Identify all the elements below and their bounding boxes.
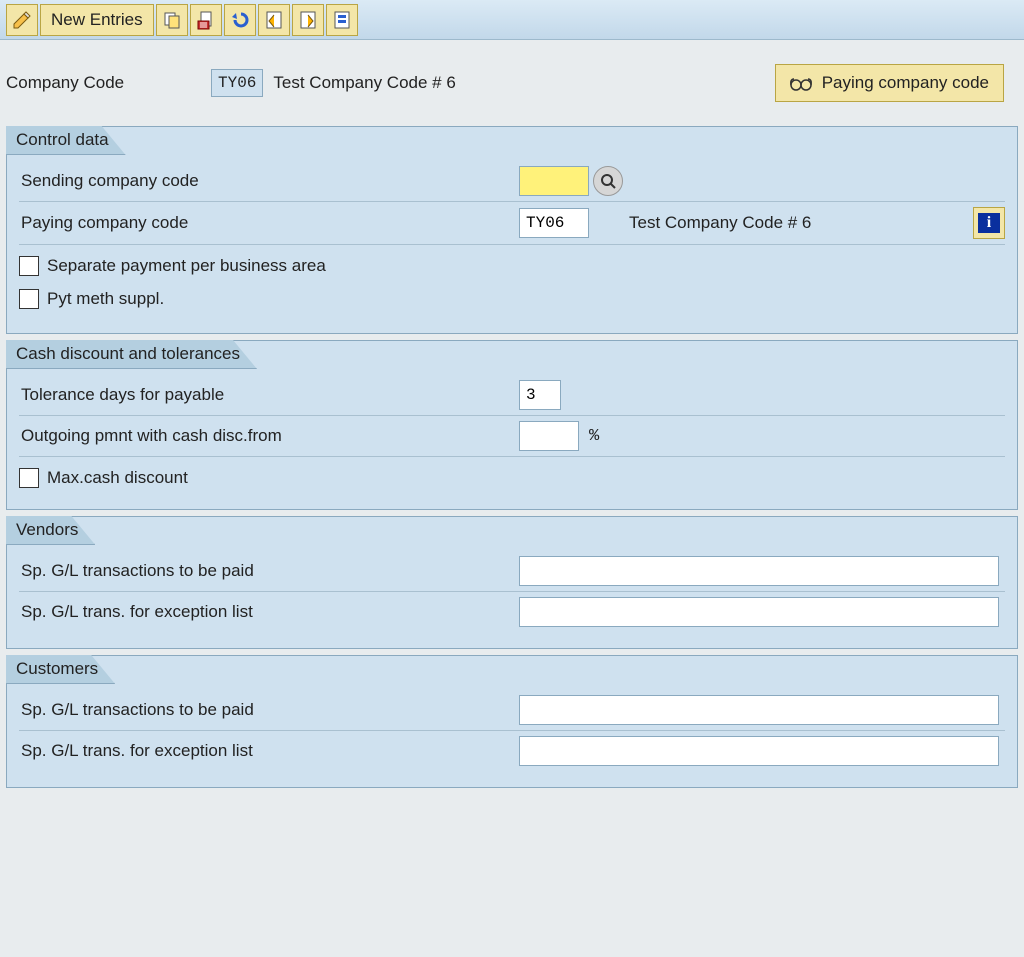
row-customer-sp-gl-paid: Sp. G/L transactions to be paid [19,690,1005,731]
paying-cc-input[interactable] [519,208,589,238]
header-row: Company Code TY06 Test Company Code # 6 … [0,40,1024,120]
group-vendors: Vendors Sp. G/L transactions to be paid … [6,516,1018,649]
group-control-data: Control data Sending company code Paying… [6,126,1018,334]
undo-button[interactable] [224,4,256,36]
row-sending-cc: Sending company code [19,161,1005,202]
paying-cc-label: Paying company code [19,213,519,233]
customer-sp-gl-paid-label: Sp. G/L transactions to be paid [19,700,519,720]
group-title: Cash discount and tolerances [6,340,257,369]
row-outgoing-pmnt: Outgoing pmnt with cash disc.from % [19,416,1005,457]
pyt-meth-suppl-checkbox[interactable] [19,289,39,309]
company-code-value: TY06 [211,69,263,97]
new-entries-button[interactable]: New Entries [40,4,154,36]
separate-payment-checkbox[interactable] [19,256,39,276]
sending-cc-label: Sending company code [19,171,519,191]
info-button[interactable]: i [973,207,1005,239]
pyt-meth-suppl-label: Pyt meth suppl. [47,289,164,309]
edit-button[interactable] [6,4,38,36]
outgoing-pmnt-label: Outgoing pmnt with cash disc.from [19,426,519,446]
customer-sp-gl-exc-input[interactable] [519,736,999,766]
group-cash-discount: Cash discount and tolerances Tolerance d… [6,340,1018,510]
group-title: Control data [6,126,126,155]
tolerance-days-input[interactable] [519,380,561,410]
vendor-sp-gl-paid-input[interactable] [519,556,999,586]
row-separate-payment: Separate payment per business area [19,245,1005,281]
search-icon [600,173,616,189]
row-vendor-sp-gl-paid: Sp. G/L transactions to be paid [19,551,1005,592]
paying-company-code-button[interactable]: Paying company code [775,64,1004,102]
copy-button[interactable] [156,4,188,36]
group-title: Customers [6,655,115,684]
row-pyt-meth-suppl: Pyt meth suppl. [19,281,1005,317]
vendor-sp-gl-exc-label: Sp. G/L trans. for exception list [19,602,519,622]
toolbar: New Entries [0,0,1024,40]
outgoing-pmnt-unit: % [589,427,599,446]
customer-sp-gl-paid-input[interactable] [519,695,999,725]
paying-cc-btn-label: Paying company code [822,73,989,93]
info-icon: i [978,213,1000,233]
glasses-icon [790,74,812,92]
paying-cc-desc: Test Company Code # 6 [629,213,811,233]
group-customers: Customers Sp. G/L transactions to be pai… [6,655,1018,788]
row-tolerance-days: Tolerance days for payable [19,375,1005,416]
delete-button[interactable] [190,4,222,36]
outgoing-pmnt-input[interactable] [519,421,579,451]
next-entry-button[interactable] [292,4,324,36]
new-entries-label: New Entries [51,10,143,30]
row-vendor-sp-gl-exc: Sp. G/L trans. for exception list [19,592,1005,632]
other-entry-button[interactable] [326,4,358,36]
row-customer-sp-gl-exc: Sp. G/L trans. for exception list [19,731,1005,771]
separate-payment-label: Separate payment per business area [47,256,326,276]
sending-cc-input[interactable] [519,166,589,196]
group-title: Vendors [6,516,95,545]
max-cash-disc-label: Max.cash discount [47,468,188,488]
row-max-cash-disc: Max.cash discount [19,457,1005,493]
customer-sp-gl-exc-label: Sp. G/L trans. for exception list [19,741,519,761]
tolerance-days-label: Tolerance days for payable [19,385,519,405]
company-code-desc: Test Company Code # 6 [273,73,455,93]
sending-cc-search-button[interactable] [593,166,623,196]
prev-entry-button[interactable] [258,4,290,36]
vendor-sp-gl-paid-label: Sp. G/L transactions to be paid [19,561,519,581]
row-paying-cc: Paying company code Test Company Code # … [19,202,1005,245]
vendor-sp-gl-exc-input[interactable] [519,597,999,627]
max-cash-disc-checkbox[interactable] [19,468,39,488]
company-code-label: Company Code [6,73,211,93]
